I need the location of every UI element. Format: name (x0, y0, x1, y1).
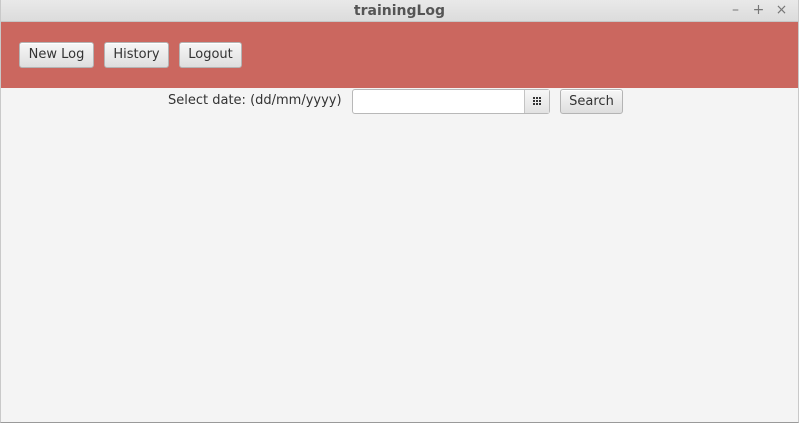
maximize-button[interactable]: + (752, 2, 765, 18)
toolbar: New Log History Logout (1, 22, 798, 88)
title-bar[interactable]: trainingLog – + × (1, 0, 798, 22)
app-window: trainingLog – + × New Log History Logout… (0, 0, 799, 423)
window-title: trainingLog (353, 3, 446, 19)
close-button[interactable]: × (775, 2, 788, 18)
search-button[interactable]: Search (560, 89, 623, 114)
minimize-button[interactable]: – (729, 2, 742, 18)
new-log-button[interactable]: New Log (19, 42, 94, 68)
date-picker[interactable] (352, 89, 550, 114)
date-input[interactable] (353, 90, 524, 113)
calendar-icon (532, 97, 542, 106)
window-controls: – + × (729, 2, 788, 18)
logout-button[interactable]: Logout (179, 42, 242, 68)
select-date-label: Select date: (dd/mm/yyyy) (168, 93, 342, 108)
calendar-button[interactable] (524, 90, 549, 113)
history-button[interactable]: History (104, 42, 169, 68)
